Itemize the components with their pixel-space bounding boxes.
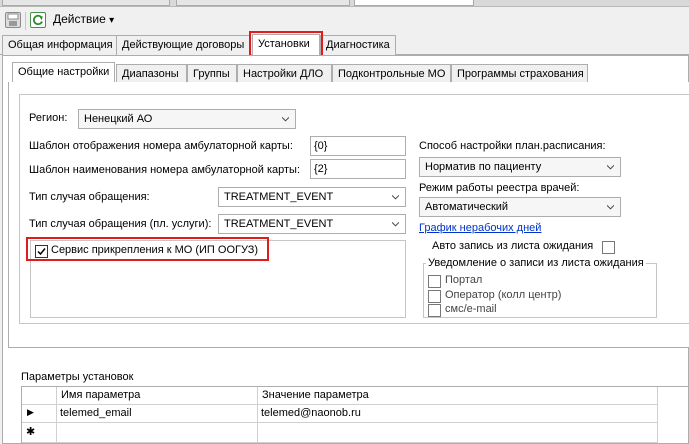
region-select[interactable]: Ненецкий АО — [78, 109, 296, 129]
tab-diagnostics[interactable]: Диагностика — [320, 35, 396, 55]
case-type-paid-select[interactable]: TREATMENT_EVENT — [218, 214, 406, 234]
outpatient-name-label: Шаблон наименования номера амбулаторной … — [29, 164, 300, 176]
new-row-header: ✱ — [22, 423, 57, 443]
toolbar-separator — [25, 12, 26, 30]
column-header-name[interactable]: Имя параметра — [57, 387, 258, 405]
outpatient-display-input[interactable]: {0} — [310, 136, 406, 156]
settings-tab-highlight — [249, 31, 323, 58]
grid-corner — [22, 387, 57, 405]
subtab-groups[interactable]: Группы — [187, 64, 237, 84]
chevron-down-icon — [282, 116, 289, 122]
subtab-insurance-programs[interactable]: Программы страхования — [451, 64, 588, 84]
table-cell-value[interactable]: telemed@naonob.ru — [258, 405, 658, 423]
registry-mode-value: Автоматический — [425, 201, 509, 213]
chevron-down-icon — [392, 221, 399, 227]
tab-label: Общие настройки — [18, 66, 110, 78]
tab-label: Диапазоны — [122, 68, 179, 80]
window-tab[interactable] — [176, 0, 350, 6]
chevron-down-icon — [607, 164, 614, 170]
region-label: Регион: — [29, 112, 68, 124]
window-tab-active[interactable] — [354, 0, 474, 6]
case-type-paid-value: TREATMENT_EVENT — [224, 218, 334, 230]
tab-label: Подконтрольные МО — [338, 68, 446, 80]
action-menu-label: Действие — [53, 12, 106, 26]
chevron-down-icon: ▾ — [109, 15, 115, 26]
registry-mode-select[interactable]: Автоматический — [419, 197, 621, 217]
tab-label: Настройки ДЛО — [243, 68, 324, 80]
tab-label: Диагностика — [326, 39, 390, 51]
new-row-cell-value[interactable] — [258, 423, 658, 443]
sms-email-label: смс/e-mail — [445, 303, 497, 315]
tab-contracts[interactable]: Действующие договоры — [116, 35, 250, 55]
tab-label: Общая информация — [8, 39, 113, 51]
attach-service-highlight — [26, 237, 269, 261]
toolbar: Действие ▾ — [0, 7, 689, 34]
case-type-label: Тип случая обращения: — [29, 191, 150, 203]
case-type-paid-label: Тип случая обращения (пл. услуги): — [29, 218, 212, 230]
schedule-method-value: Норматив по пациенту — [425, 161, 542, 173]
window-tab-strip — [0, 0, 689, 7]
auto-waitlist-label: Авто запись из листа ожидания — [432, 240, 594, 252]
portal-label: Портал — [445, 274, 483, 286]
tab-label: Группы — [193, 68, 230, 80]
operator-label: Оператор (колл центр) — [445, 289, 562, 301]
registry-mode-label: Режим работы реестра врачей: — [419, 182, 580, 194]
new-row-icon: ✱ — [26, 426, 36, 438]
outpatient-name-input[interactable]: {2} — [310, 159, 406, 179]
sms-email-checkbox[interactable] — [428, 304, 441, 317]
subtab-ranges[interactable]: Диапазоны — [116, 64, 187, 84]
row-header: ▶ — [22, 405, 57, 423]
subtab-dlo-settings[interactable]: Настройки ДЛО — [237, 64, 332, 84]
chevron-down-icon — [392, 194, 399, 200]
action-menu-button[interactable]: Действие ▾ — [53, 12, 114, 26]
column-header-value[interactable]: Значение параметра — [258, 387, 658, 405]
table-cell-name[interactable]: telemed_email — [57, 405, 258, 423]
chevron-down-icon — [607, 204, 614, 210]
non-working-days-link[interactable]: График нерабочих дней — [419, 222, 541, 234]
case-type-select[interactable]: TREATMENT_EVENT — [218, 187, 406, 207]
auto-waitlist-checkbox[interactable] — [602, 241, 615, 254]
portal-checkbox[interactable] — [428, 275, 441, 288]
tab-label: Программы страхования — [457, 68, 584, 80]
region-value: Ненецкий АО — [84, 113, 153, 125]
subtab-controlled-mo[interactable]: Подконтрольные МО — [332, 64, 451, 84]
subtab-general-settings[interactable]: Общие настройки — [12, 62, 115, 83]
current-row-icon: ▶ — [27, 407, 34, 417]
params-title: Параметры установок — [21, 371, 134, 383]
window-tab[interactable] — [2, 0, 170, 6]
refresh-icon[interactable] — [30, 12, 46, 28]
save-icon[interactable] — [5, 12, 21, 28]
schedule-method-select[interactable]: Норматив по пациенту — [419, 157, 621, 177]
outpatient-display-label: Шаблон отображения номера амбулаторной к… — [29, 140, 293, 152]
tab-label: Действующие договоры — [122, 39, 245, 51]
operator-checkbox[interactable] — [428, 290, 441, 303]
new-row-cell-name[interactable] — [57, 423, 258, 443]
schedule-method-label: Способ настройки план.расписания: — [419, 140, 606, 152]
notification-group-title: Уведомление о записи из листа ожидания — [426, 257, 646, 269]
tab-general-info[interactable]: Общая информация — [2, 35, 117, 55]
case-type-value: TREATMENT_EVENT — [224, 191, 334, 203]
